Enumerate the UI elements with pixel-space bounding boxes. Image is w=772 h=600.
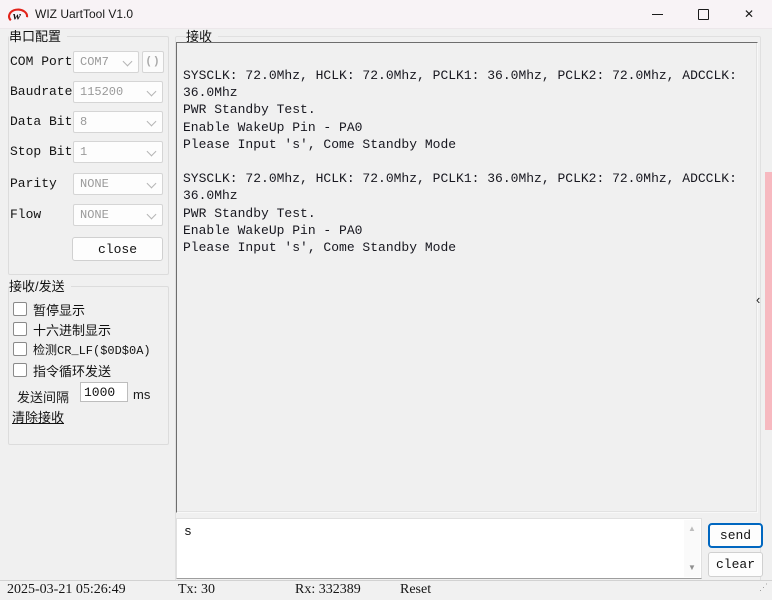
parity-select[interactable]: NONE <box>73 173 163 195</box>
refresh-ports-button[interactable]: () <box>142 51 164 73</box>
baudrate-select[interactable]: 115200 <box>73 81 163 103</box>
receive-log-text: SYSCLK: 72.0Mhz, HCLK: 72.0Mhz, PCLK1: 3… <box>183 67 753 508</box>
serial-config-group-label: 串口配置 <box>9 29 67 44</box>
flow-select[interactable]: NONE <box>73 204 163 226</box>
send-input[interactable]: s <box>177 519 684 579</box>
com-port-select[interactable]: COM7 <box>73 51 139 73</box>
refresh-icon: () <box>145 56 160 68</box>
status-timestamp: 2025-03-21 05:26:49 <box>7 582 126 598</box>
clear-receive-link[interactable]: 清除接收 <box>12 407 64 426</box>
titlebar: w WIZ UartTool V1.0 ✕ <box>0 0 772 29</box>
checkbox-loop-send[interactable]: 指令循环发送 <box>13 363 111 377</box>
status-tx-count: Tx: 30 <box>178 582 215 598</box>
send-interval-unit: ms <box>133 387 150 402</box>
parity-value: NONE <box>80 177 109 191</box>
maximize-button[interactable] <box>680 0 726 28</box>
checkbox-icon <box>13 302 27 316</box>
rx-tx-group-label: 接收/发送 <box>9 279 71 294</box>
checkbox-loop-send-label: 指令循环发送 <box>33 361 111 380</box>
data-bit-row: Data Bit 8 <box>0 111 168 133</box>
minimize-icon <box>652 14 663 15</box>
close-window-button[interactable]: ✕ <box>726 0 772 28</box>
receive-textarea[interactable]: SYSCLK: 72.0Mhz, HCLK: 72.0Mhz, PCLK1: 3… <box>176 42 758 513</box>
scroll-up-icon[interactable]: ▲ <box>684 522 700 536</box>
data-bit-value: 8 <box>80 115 87 129</box>
minimize-button[interactable] <box>634 0 680 28</box>
stop-bit-value: 1 <box>80 145 87 159</box>
com-port-value: COM7 <box>80 55 109 69</box>
wiznet-logo-icon: w <box>7 5 29 23</box>
stop-bit-label: Stop Bit <box>10 141 72 163</box>
edge-dock-tab[interactable] <box>765 172 772 430</box>
chevron-down-icon <box>147 87 157 97</box>
send-input-box: s ▲ ▼ <box>176 518 702 579</box>
resize-grip[interactable]: ⋰ <box>759 582 769 593</box>
baudrate-value: 115200 <box>80 85 123 99</box>
chevron-down-icon <box>147 179 157 189</box>
chevron-down-icon <box>147 117 157 127</box>
stop-bit-select[interactable]: 1 <box>73 141 163 163</box>
baudrate-label: Baudrate <box>10 81 72 103</box>
statusbar: 2025-03-21 05:26:49 Tx: 30 Rx: 332389 Re… <box>0 580 772 600</box>
send-interval-input[interactable] <box>80 382 128 402</box>
checkbox-detect-crlf-label: 检测CR_LF($0D$0A) <box>33 341 151 358</box>
checkbox-pause-display[interactable]: 暂停显示 <box>13 302 85 316</box>
com-port-row: COM Port COM7 () <box>0 51 168 73</box>
chevron-left-icon: ‹ <box>756 292 760 307</box>
close-icon: ✕ <box>744 7 754 21</box>
status-reset-link[interactable]: Reset <box>400 582 431 598</box>
send-interval-label: 发送间隔 <box>17 387 69 406</box>
checkbox-icon <box>13 342 27 356</box>
flow-row: Flow NONE <box>0 204 168 226</box>
chevron-down-icon <box>123 57 133 67</box>
parity-row: Parity NONE <box>0 173 168 195</box>
parity-label: Parity <box>10 173 57 195</box>
send-button[interactable]: send <box>708 523 763 548</box>
chevron-down-icon <box>147 210 157 220</box>
checkbox-icon <box>13 363 27 377</box>
checkbox-hex-display-label: 十六进制显示 <box>33 320 111 339</box>
svg-text:w: w <box>13 9 21 22</box>
checkbox-icon <box>13 322 27 336</box>
window-title: WIZ UartTool V1.0 <box>35 7 133 21</box>
data-bit-label: Data Bit <box>10 111 72 133</box>
checkbox-pause-display-label: 暂停显示 <box>33 300 85 319</box>
stop-bit-row: Stop Bit 1 <box>0 141 168 163</box>
com-port-label: COM Port <box>10 51 72 73</box>
close-port-button[interactable]: close <box>72 237 163 261</box>
clear-send-button[interactable]: clear <box>708 552 763 577</box>
maximize-icon <box>698 9 709 20</box>
checkbox-detect-crlf[interactable]: 检测CR_LF($0D$0A) <box>13 342 151 356</box>
status-rx-count: Rx: 332389 <box>295 582 361 598</box>
baudrate-row: Baudrate 115200 <box>0 81 168 103</box>
checkbox-hex-display[interactable]: 十六进制显示 <box>13 322 111 336</box>
flow-value: NONE <box>80 208 109 222</box>
chevron-down-icon <box>147 147 157 157</box>
scroll-down-icon[interactable]: ▼ <box>684 561 700 575</box>
data-bit-select[interactable]: 8 <box>73 111 163 133</box>
window-controls: ✕ <box>634 0 772 28</box>
send-input-scrollbar[interactable]: ▲ ▼ <box>684 520 700 577</box>
flow-label: Flow <box>10 204 41 226</box>
